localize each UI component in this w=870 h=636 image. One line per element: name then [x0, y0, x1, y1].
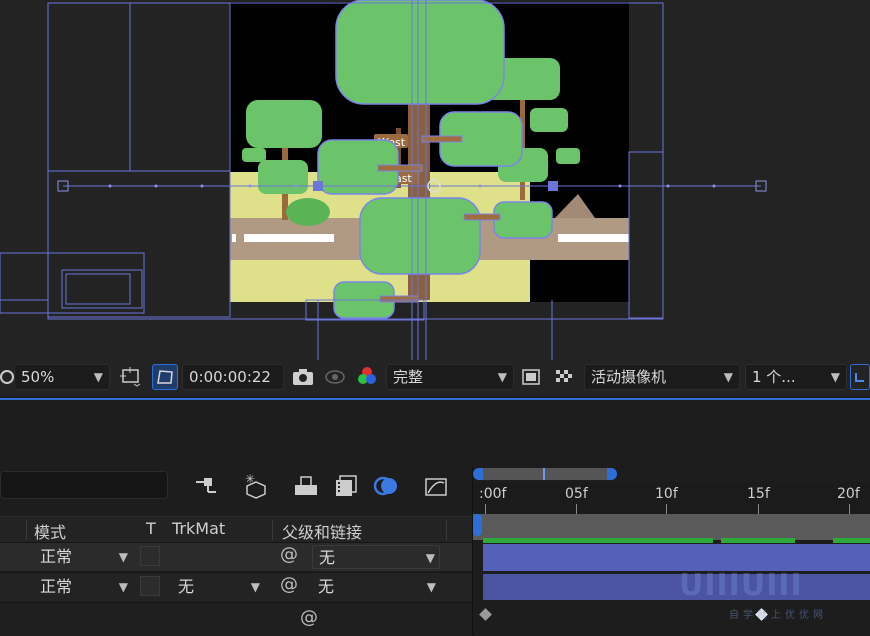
work-area-end-handle[interactable]	[607, 468, 617, 480]
work-area-start-handle[interactable]	[473, 468, 483, 480]
layer-search-input[interactable]	[0, 471, 168, 499]
time-ruler[interactable]: :00f 05f 10f 15f 20f	[473, 482, 870, 514]
graph-editor-icon[interactable]	[422, 472, 450, 500]
pick-whip-icon[interactable]: @	[280, 544, 298, 565]
chevron-down-icon: ▼	[118, 550, 128, 564]
render-progress-bar	[483, 538, 713, 543]
column-parent[interactable]: 父级和链接	[282, 519, 362, 543]
transparency-grid-icon[interactable]	[551, 364, 577, 390]
layer-row[interactable]: 正常 ▼ 无 ▼ @ 无 ▼	[0, 572, 472, 601]
current-time-indicator[interactable]	[473, 514, 482, 536]
viewer-canvas[interactable]: West East	[0, 0, 870, 360]
timecode-display[interactable]: 0:00:00:22	[182, 364, 284, 390]
layer-row[interactable]: 正常 ▼ @ 无 ▼	[0, 542, 472, 571]
parent-dropdown[interactable]: 无 ▼	[312, 575, 440, 599]
channels-icon[interactable]	[354, 364, 380, 390]
preserve-transparency-checkbox[interactable]	[140, 546, 160, 566]
views-dropdown[interactable]: 1 个... ▼	[745, 364, 847, 390]
flowchart-icon[interactable]	[192, 472, 220, 500]
reset-exposure-icon[interactable]	[850, 364, 870, 390]
camera-view-dropdown[interactable]: 活动摄像机 ▼	[584, 364, 740, 390]
layer-duration-bar[interactable]	[483, 574, 870, 600]
column-t[interactable]: T	[146, 519, 156, 538]
bush	[286, 198, 330, 226]
pick-whip-icon[interactable]: @	[280, 574, 298, 595]
column-trkmat[interactable]: TrkMat	[172, 519, 225, 538]
mask-path-toggle-icon[interactable]	[152, 364, 178, 390]
draft-3d-icon[interactable]: ✳	[242, 472, 270, 500]
chevron-down-icon: ▼	[723, 370, 733, 384]
ruler-label: 10f	[655, 486, 678, 502]
chevron-down-icon: ▼	[250, 580, 260, 594]
ruler-label: :00f	[479, 486, 507, 502]
tree-canopy-bottom[interactable]	[359, 197, 481, 275]
chevron-down-icon: ▼	[426, 580, 436, 594]
mode-dropdown[interactable]: 正常 ▼	[34, 575, 132, 599]
chevron-down-icon: ▼	[830, 370, 840, 384]
tree-canopy-small[interactable]	[493, 201, 553, 239]
tree-canopy-top[interactable]	[335, 0, 505, 105]
svg-text:✳: ✳	[245, 473, 255, 486]
ruler-label: 20f	[837, 486, 860, 502]
mode-dropdown[interactable]: 正常 ▼	[34, 545, 132, 569]
region-icon[interactable]	[518, 364, 544, 390]
trkmat-dropdown[interactable]: 无 ▼	[172, 575, 264, 599]
3d-layer-icon[interactable]	[292, 472, 320, 500]
chevron-down-icon: ▼	[497, 370, 507, 384]
viewer-toolbar: 50% ▼ 0:00:00:22 完整 ▼ 活动摄像机 ▼ 1 个... ▼	[0, 360, 870, 396]
parent-dropdown[interactable]: 无 ▼	[312, 545, 440, 569]
chevron-down-icon: ▼	[118, 580, 128, 594]
motion-blur-toggle-icon[interactable]	[372, 472, 400, 500]
show-snapshot-icon[interactable]	[322, 364, 348, 390]
column-mode[interactable]: 模式	[34, 519, 66, 543]
zoom-dropdown[interactable]: 50% ▼	[14, 364, 110, 390]
pick-whip-icon[interactable]: @	[300, 607, 318, 628]
keyframe-point-right[interactable]	[548, 181, 558, 191]
keyframe-icon[interactable]	[479, 608, 492, 621]
timeline-graph[interactable]: :00f 05f 10f 15f 20f UIIIUIII 自学就上优优网	[472, 466, 870, 635]
ruler-label: 15f	[747, 486, 770, 502]
keyframe-point-left[interactable]	[313, 181, 323, 191]
comp-duration-bar	[473, 514, 870, 540]
watermark-subtitle: 自学就上优优网	[729, 610, 827, 621]
tree-left-1	[246, 100, 322, 148]
property-row[interactable]: @	[0, 602, 472, 636]
watermark-logo: UIIIUIII	[679, 568, 803, 603]
preserve-transparency-checkbox[interactable]	[140, 576, 160, 596]
work-area-bar[interactable]	[477, 468, 613, 480]
layer-duration-bar[interactable]	[483, 544, 870, 571]
chevron-down-icon: ▼	[93, 370, 103, 384]
layer-column-header: 模式 T TrkMat 父级和链接	[0, 516, 472, 543]
frame-blending-icon[interactable]	[332, 472, 360, 500]
composition-viewer[interactable]: West East	[0, 0, 870, 360]
chevron-down-icon: ▼	[425, 551, 435, 565]
resolution-dropdown[interactable]: 完整 ▼	[386, 364, 514, 390]
ruler-label: 05f	[565, 486, 588, 502]
region-of-interest-icon[interactable]	[118, 364, 144, 390]
snapshot-icon[interactable]	[290, 364, 316, 390]
